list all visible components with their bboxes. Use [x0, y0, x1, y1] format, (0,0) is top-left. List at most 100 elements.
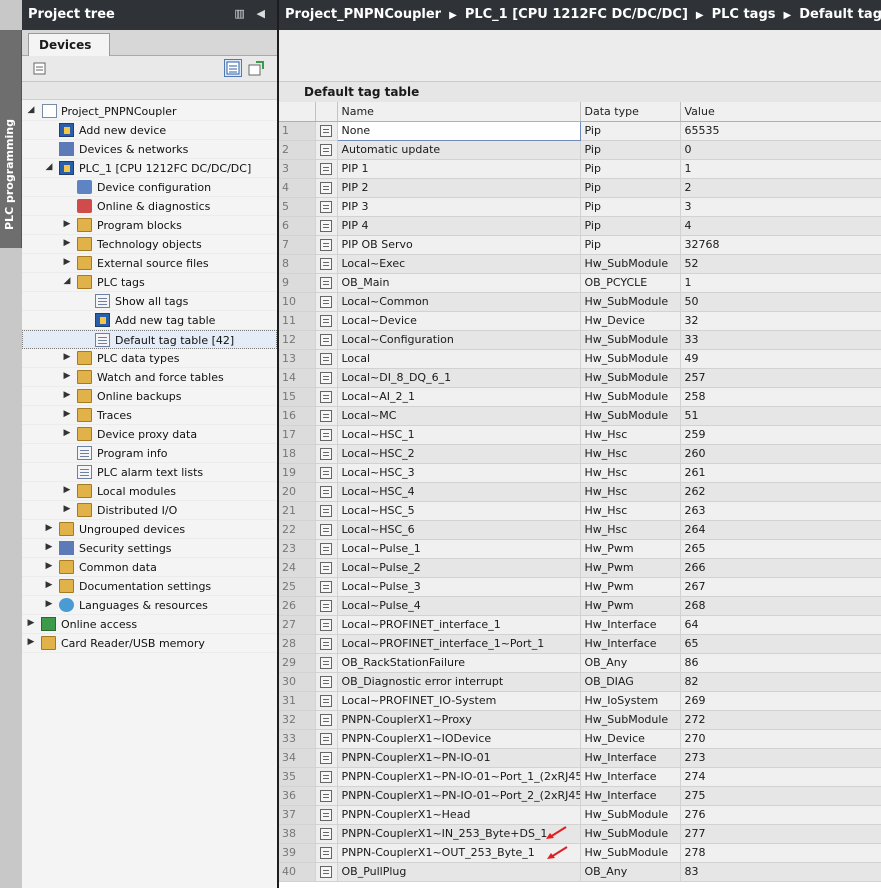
tag-value-cell[interactable]: 65: [680, 634, 881, 654]
tag-name-cell[interactable]: Local~PROFINET_interface_1: [337, 615, 581, 635]
collapsed-arrow-icon[interactable]: ▶: [62, 390, 72, 402]
breadcrumb-tag-table[interactable]: Default tag table [42]: [799, 7, 881, 22]
collapsed-arrow-icon[interactable]: ▶: [26, 637, 36, 649]
tag-value-cell[interactable]: 82: [680, 672, 881, 692]
tag-name-cell[interactable]: Local~AI_2_1: [337, 387, 581, 407]
tag-name-cell[interactable]: Local~Pulse_4: [337, 596, 581, 616]
tag-row[interactable]: 31 Local~PROFINET_IO-System Hw_IoSystem 269: [279, 691, 881, 711]
tag-value-cell[interactable]: 270: [680, 729, 881, 749]
tag-row[interactable]: 7 PIP OB Servo Pip 32768: [279, 235, 881, 255]
tag-data-type-cell[interactable]: Hw_Interface: [580, 615, 681, 635]
tree-node-languages-resources[interactable]: ▶ Languages & resources: [22, 596, 277, 615]
tag-name-cell[interactable]: Local: [337, 349, 581, 369]
expanded-arrow-icon[interactable]: ◢: [44, 162, 54, 174]
tag-data-type-cell[interactable]: Hw_SubModule: [580, 824, 681, 844]
tag-data-type-cell[interactable]: Hw_SubModule: [580, 349, 681, 369]
tree-node-plc1[interactable]: ◢ PLC_1 [CPU 1212FC DC/DC/DC]: [22, 159, 277, 178]
column-header-icon[interactable]: [315, 102, 338, 122]
tag-name-cell[interactable]: Local~DI_8_DQ_6_1: [337, 368, 581, 388]
tag-name-cell[interactable]: Local~HSC_3: [337, 463, 581, 483]
collapsed-arrow-icon[interactable]: ▶: [62, 352, 72, 364]
tag-value-cell[interactable]: 261: [680, 463, 881, 483]
tag-row[interactable]: 2 Automatic update Pip 0: [279, 140, 881, 160]
tag-row[interactable]: 16 Local~MC Hw_SubModule 51: [279, 406, 881, 426]
tag-data-type-cell[interactable]: Hw_SubModule: [580, 843, 681, 863]
tag-name-cell[interactable]: PNPN-CouplerX1~Head: [337, 805, 581, 825]
tree-node-online-access[interactable]: ▶ Online access: [22, 615, 277, 634]
tag-name-cell[interactable]: PIP 3: [337, 197, 581, 217]
tree-node-program-info[interactable]: Program info: [22, 444, 277, 463]
tag-name-cell[interactable]: Local~Configuration: [337, 330, 581, 350]
tag-name-cell[interactable]: Local~HSC_4: [337, 482, 581, 502]
tag-value-cell[interactable]: 269: [680, 691, 881, 711]
tag-name-cell[interactable]: PIP 4: [337, 216, 581, 236]
tag-name-cell[interactable]: None: [336, 120, 581, 141]
tag-data-type-cell[interactable]: Pip: [580, 197, 681, 217]
tree-node-online-backups[interactable]: ▶ Online backups: [22, 387, 277, 406]
tag-row[interactable]: 13 Local Hw_SubModule 49: [279, 349, 881, 369]
tag-data-type-cell[interactable]: Hw_Pwm: [580, 539, 681, 559]
tag-value-cell[interactable]: 86: [680, 653, 881, 673]
collapsed-arrow-icon[interactable]: ▶: [62, 257, 72, 269]
tag-data-type-cell[interactable]: Hw_IoSystem: [580, 691, 681, 711]
tag-value-cell[interactable]: 51: [680, 406, 881, 426]
tag-row[interactable]: 9 OB_Main OB_PCYCLE 1: [279, 273, 881, 293]
tree-node-show-all-tags[interactable]: Show all tags: [22, 292, 277, 311]
tag-name-cell[interactable]: OB_RackStationFailure: [337, 653, 581, 673]
tag-value-cell[interactable]: 275: [680, 786, 881, 806]
collapse-pane-icon[interactable]: ▥ ◀: [234, 7, 269, 20]
tag-row[interactable]: 23 Local~Pulse_1 Hw_Pwm 265: [279, 539, 881, 559]
tag-value-cell[interactable]: 83: [680, 862, 881, 882]
tag-row[interactable]: 36 PNPN-CouplerX1~PN-IO-01~Port_2_(2xRJ45…: [279, 786, 881, 806]
tag-row[interactable]: 19 Local~HSC_3 Hw_Hsc 261: [279, 463, 881, 483]
tree-node-external-source-files[interactable]: ▶ External source files: [22, 254, 277, 273]
tag-data-type-cell[interactable]: Hw_Pwm: [580, 577, 681, 597]
tag-data-type-cell[interactable]: Hw_Hsc: [580, 444, 681, 464]
tag-name-cell[interactable]: OB_Diagnostic error interrupt: [337, 672, 581, 692]
tag-data-type-cell[interactable]: Pip: [580, 235, 681, 255]
collapsed-arrow-icon[interactable]: ▶: [44, 523, 54, 535]
tag-row[interactable]: 35 PNPN-CouplerX1~PN-IO-01~Port_1_(2xRJ45…: [279, 767, 881, 787]
collapsed-arrow-icon[interactable]: ▶: [62, 238, 72, 250]
tag-row[interactable]: 27 Local~PROFINET_interface_1 Hw_Interface…: [279, 615, 881, 635]
tree-node-devices-networks[interactable]: Devices & networks: [22, 140, 277, 159]
tag-data-type-cell[interactable]: Hw_SubModule: [580, 406, 681, 426]
tag-row[interactable]: 6 PIP 4 Pip 4: [279, 216, 881, 236]
tag-value-cell[interactable]: 258: [680, 387, 881, 407]
tag-value-cell[interactable]: 4: [680, 216, 881, 236]
tag-name-cell[interactable]: PNPN-CouplerX1~OUT_253_Byte_1: [337, 843, 581, 863]
collapsed-arrow-icon[interactable]: ▶: [62, 504, 72, 516]
tag-value-cell[interactable]: 265: [680, 539, 881, 559]
column-header-name[interactable]: Name: [337, 102, 581, 122]
tag-data-type-cell[interactable]: Pip: [580, 159, 681, 179]
tag-name-cell[interactable]: Local~Exec: [337, 254, 581, 274]
tree-node-common-data[interactable]: ▶ Common data: [22, 558, 277, 577]
tag-row[interactable]: 17 Local~HSC_1 Hw_Hsc 259: [279, 425, 881, 445]
tag-row[interactable]: 20 Local~HSC_4 Hw_Hsc 262: [279, 482, 881, 502]
tag-value-cell[interactable]: 276: [680, 805, 881, 825]
tag-value-cell[interactable]: 259: [680, 425, 881, 445]
tree-node-distributed-io[interactable]: ▶ Distributed I/O: [22, 501, 277, 520]
expanded-arrow-icon[interactable]: ◢: [62, 276, 72, 288]
column-header-index[interactable]: [279, 102, 316, 122]
tag-data-type-cell[interactable]: Pip: [580, 216, 681, 236]
tag-row[interactable]: 25 Local~Pulse_3 Hw_Pwm 267: [279, 577, 881, 597]
tag-value-cell[interactable]: 1: [680, 159, 881, 179]
tag-value-cell[interactable]: 49: [680, 349, 881, 369]
tag-data-type-cell[interactable]: OB_PCYCLE: [580, 273, 681, 293]
tag-row[interactable]: 8 Local~Exec Hw_SubModule 52: [279, 254, 881, 274]
tree-node-program-blocks[interactable]: ▶ Program blocks: [22, 216, 277, 235]
tree-node-plc-alarm-text-lists[interactable]: PLC alarm text lists: [22, 463, 277, 482]
tag-value-cell[interactable]: 2: [680, 178, 881, 198]
collapsed-arrow-icon[interactable]: ▶: [62, 485, 72, 497]
tree-node-project[interactable]: ◢ Project_PNPNCoupler: [22, 102, 277, 121]
tag-value-cell[interactable]: 0: [680, 140, 881, 160]
tag-row[interactable]: 4 PIP 2 Pip 2: [279, 178, 881, 198]
tag-name-cell[interactable]: OB_PullPlug: [337, 862, 581, 882]
tag-value-cell[interactable]: 64: [680, 615, 881, 635]
tree-node-ungrouped-devices[interactable]: ▶ Ungrouped devices: [22, 520, 277, 539]
tree-node-local-modules[interactable]: ▶ Local modules: [22, 482, 277, 501]
tag-name-cell[interactable]: Local~HSC_2: [337, 444, 581, 464]
tree-node-card-reader[interactable]: ▶ Card Reader/USB memory: [22, 634, 277, 653]
collapsed-arrow-icon[interactable]: ▶: [44, 599, 54, 611]
